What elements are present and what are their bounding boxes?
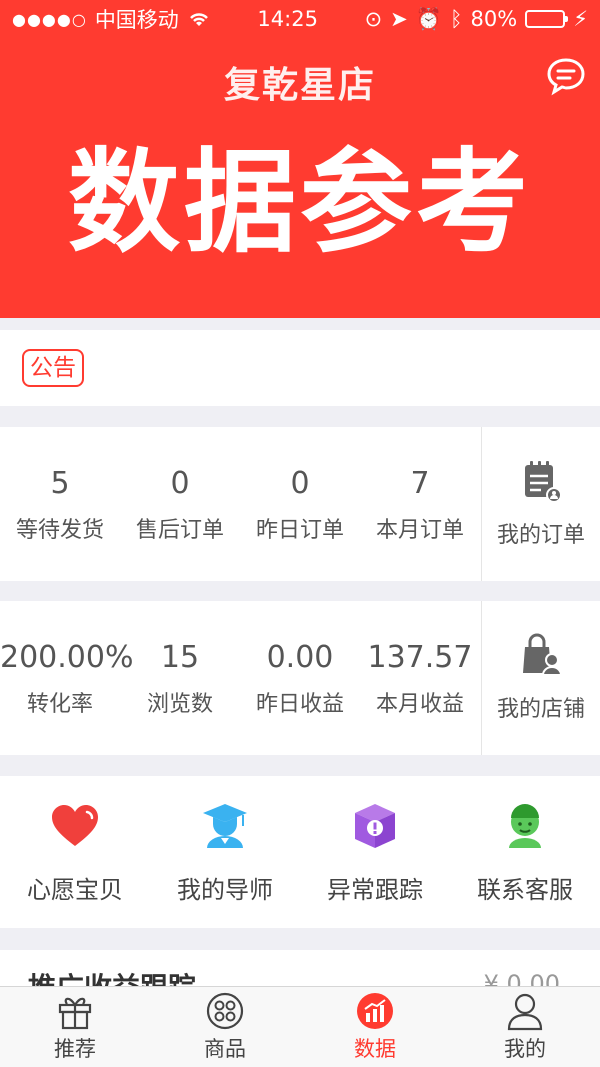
chart-icon xyxy=(357,993,393,1029)
status-bar: ●●●●○ 中国移动 14:25 ⊙ ➤ ⏰ ᛒ 80% ⚡ xyxy=(0,0,600,38)
stat-value: 15 xyxy=(160,640,200,675)
grid-circle-icon xyxy=(206,992,244,1030)
stat-month-orders[interactable]: 7 本月订单 xyxy=(360,464,480,544)
teacher-icon xyxy=(203,803,247,848)
stat-label: 等待发货 xyxy=(15,518,104,543)
carrier-label: 中国移动 xyxy=(94,8,179,32)
stat-label: 浏览数 xyxy=(146,692,213,717)
exception-box-icon xyxy=(355,803,395,848)
stat-value: 0.00 xyxy=(266,640,334,675)
stat-value: 7 xyxy=(410,466,430,501)
store-stats-card: 200.00% 转化率 15 浏览数 0.00 昨日收益 137.57 本月收益… xyxy=(0,601,600,755)
battery-icon xyxy=(525,10,569,28)
my-orders-label: 我的订单 xyxy=(496,523,585,548)
rotation-lock-icon: ⊙ xyxy=(364,7,383,31)
heart-icon xyxy=(52,804,98,846)
stat-yesterday-income[interactable]: 0.00 昨日收益 xyxy=(240,638,360,718)
message-icon[interactable] xyxy=(546,56,586,96)
service-label: 联系客服 xyxy=(477,875,573,904)
tab-label: 商品 xyxy=(204,1037,246,1061)
notice-tag: 公告 xyxy=(22,349,84,387)
stat-value: 0 xyxy=(290,466,310,501)
bluetooth-icon: ᛒ xyxy=(449,7,463,31)
service-exception-tracking[interactable]: 异常跟踪 xyxy=(300,800,450,905)
stat-label: 本月收益 xyxy=(375,692,464,717)
stat-after-sales[interactable]: 0 售后订单 xyxy=(120,464,240,544)
stat-label: 昨日订单 xyxy=(255,518,344,543)
signal-icon: ●●●●○ xyxy=(12,9,87,29)
service-customer-support[interactable]: 联系客服 xyxy=(450,800,600,905)
stat-label: 售后订单 xyxy=(135,518,224,543)
tab-products[interactable]: 商品 xyxy=(150,987,300,1067)
tab-bar: 推荐 商品 数据 我的 xyxy=(0,986,600,1067)
location-icon: ➤ xyxy=(390,7,408,31)
brand-logo: 复乾星店 xyxy=(223,65,376,106)
service-label: 我的导师 xyxy=(177,875,273,904)
service-label: 异常跟踪 xyxy=(327,875,423,904)
tab-label: 数据 xyxy=(354,1037,396,1061)
notice-bar[interactable]: 公告 xyxy=(0,330,600,406)
stat-value: 200.00% xyxy=(0,640,134,675)
shopping-bag-icon xyxy=(523,633,563,676)
customer-service-icon xyxy=(509,803,541,848)
service-wishlist[interactable]: 心愿宝贝 xyxy=(0,800,150,905)
battery-percent: 80% xyxy=(470,7,518,31)
order-list-icon xyxy=(525,461,562,503)
header-banner: 复乾星店 数据参考 xyxy=(0,38,600,318)
stat-views[interactable]: 15 浏览数 xyxy=(120,638,240,718)
service-label: 心愿宝贝 xyxy=(27,875,123,904)
stat-label: 本月订单 xyxy=(375,518,464,543)
my-store-link[interactable]: 我的店铺 xyxy=(481,601,600,755)
stat-pending-shipment[interactable]: 5 等待发货 xyxy=(0,464,120,544)
stat-yesterday-orders[interactable]: 0 昨日订单 xyxy=(240,464,360,544)
promo-income-tracking[interactable]: 推广收益跟踪 ¥ 0.00 xyxy=(0,950,600,990)
hero-title: 数据参考 xyxy=(68,138,532,268)
stat-value: 5 xyxy=(50,466,70,501)
clock: 14:25 xyxy=(257,7,318,31)
charging-icon: ⚡ xyxy=(573,7,588,31)
stat-value: 0 xyxy=(170,466,190,501)
stat-label: 昨日收益 xyxy=(255,692,344,717)
order-stats-card: 5 等待发货 0 售后订单 0 昨日订单 7 本月订单 我的订单 xyxy=(0,427,600,581)
service-mentor[interactable]: 我的导师 xyxy=(150,800,300,905)
gift-icon xyxy=(58,997,92,1030)
my-store-label: 我的店铺 xyxy=(496,697,585,722)
tab-mine[interactable]: 我的 xyxy=(450,987,600,1067)
stat-value: 137.57 xyxy=(367,640,473,675)
tab-data[interactable]: 数据 xyxy=(300,987,450,1067)
user-icon xyxy=(507,993,543,1031)
alarm-icon: ⏰ xyxy=(415,6,442,31)
wifi-icon xyxy=(189,13,208,26)
services-grid: 心愿宝贝 我的导师 异常跟踪 联系客服 xyxy=(0,776,600,928)
stat-conversion-rate[interactable]: 200.00% 转化率 xyxy=(0,638,134,718)
tab-recommend[interactable]: 推荐 xyxy=(0,987,150,1067)
my-orders-link[interactable]: 我的订单 xyxy=(481,427,600,581)
stat-month-income[interactable]: 137.57 本月收益 xyxy=(360,638,480,718)
tab-label: 推荐 xyxy=(54,1037,96,1061)
tab-label: 我的 xyxy=(504,1037,546,1061)
stat-label: 转化率 xyxy=(26,692,93,717)
